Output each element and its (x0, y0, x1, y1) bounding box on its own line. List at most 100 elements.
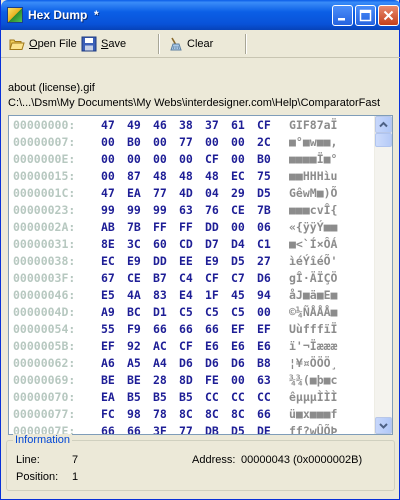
hex-row[interactable]: 0000004D: A9 BC D1 C5 C5 C5 00 ©¼ÑÅÅÅ■ (9, 304, 375, 321)
hex-byte[interactable]: 60 (153, 237, 167, 251)
hex-byte[interactable]: D6 (205, 356, 219, 370)
hex-byte[interactable]: 78 (153, 407, 167, 421)
hex-byte[interactable]: 00 (257, 305, 271, 319)
hex-row[interactable]: 00000054: 55 F9 66 66 66 EF EF UùfffïÏ (9, 321, 375, 338)
hex-byte[interactable]: 47 (101, 118, 115, 132)
hex-byte[interactable]: C7 (231, 271, 245, 285)
hex-byte[interactable]: BE (101, 373, 115, 387)
hex-byte[interactable]: 75 (257, 169, 271, 183)
hex-byte[interactable]: 61 (231, 118, 245, 132)
hex-byte[interactable]: E6 (205, 339, 219, 353)
hex-byte[interactable]: 3C (127, 237, 141, 251)
hex-byte[interactable]: 00 (101, 135, 115, 149)
hex-byte[interactable]: 67 (101, 271, 115, 285)
hex-row[interactable]: 00000000: 47 49 46 38 37 61 CF GIF87aÏ (9, 117, 375, 134)
hex-byte[interactable]: D6 (179, 356, 193, 370)
hex-byte[interactable]: 00 (101, 169, 115, 183)
hex-byte[interactable]: D4 (231, 237, 245, 251)
hex-byte[interactable]: 28 (153, 373, 167, 387)
save-button[interactable]: Save (81, 34, 126, 54)
hex-byte[interactable]: 66 (257, 407, 271, 421)
hex-byte[interactable]: 00 (153, 152, 167, 166)
hex-byte[interactable]: 2C (257, 135, 271, 149)
hex-byte[interactable]: CD (179, 237, 193, 251)
hex-byte[interactable]: D1 (153, 305, 167, 319)
hex-byte[interactable]: 00 (153, 135, 167, 149)
hex-byte[interactable]: 8C (205, 407, 219, 421)
hex-byte[interactable]: DD (205, 220, 219, 234)
minimize-button[interactable] (332, 5, 353, 26)
title-bar[interactable]: Hex Dump * (1, 0, 400, 30)
hex-byte[interactable]: 48 (153, 169, 167, 183)
hex-byte[interactable]: 66 (101, 424, 115, 434)
hex-row[interactable]: 00000038: EC E9 DD EE E9 D5 27 ìéÝîéÕ' (9, 253, 375, 270)
hex-byte[interactable]: EA (127, 186, 141, 200)
hex-byte[interactable]: FF (153, 220, 167, 234)
hex-byte[interactable]: B5 (153, 390, 167, 404)
hex-byte[interactable]: CF (257, 118, 271, 132)
hex-byte[interactable]: 4A (127, 288, 141, 302)
hex-byte[interactable]: D6 (231, 356, 245, 370)
hex-byte[interactable]: 00 (231, 152, 245, 166)
hex-byte[interactable]: 00 (231, 373, 245, 387)
hex-byte[interactable]: FE (205, 373, 219, 387)
hex-byte[interactable]: C1 (257, 237, 271, 251)
hex-byte[interactable]: B0 (257, 152, 271, 166)
app-icon[interactable] (7, 7, 23, 23)
hex-byte[interactable]: 04 (205, 186, 219, 200)
hex-byte[interactable]: EF (101, 339, 115, 353)
hex-byte[interactable]: DD (153, 254, 167, 268)
hex-byte[interactable]: 99 (101, 203, 115, 217)
hex-byte[interactable]: FF (179, 220, 193, 234)
hex-byte[interactable]: CF (179, 339, 193, 353)
hex-byte[interactable]: 00 (231, 220, 245, 234)
hex-byte[interactable]: EF (231, 322, 245, 336)
hex-byte[interactable]: B7 (153, 271, 167, 285)
hex-byte[interactable]: C5 (179, 305, 193, 319)
hex-byte[interactable]: 00 (179, 152, 193, 166)
hex-byte[interactable]: B8 (257, 356, 271, 370)
hex-byte[interactable]: CC (231, 390, 245, 404)
hex-byte[interactable]: BE (127, 373, 141, 387)
hex-byte[interactable]: 37 (205, 118, 219, 132)
hex-byte[interactable]: 1F (205, 288, 219, 302)
hex-byte[interactable]: A5 (127, 356, 141, 370)
scroll-up-button[interactable] (375, 116, 392, 133)
hex-byte[interactable]: CC (257, 390, 271, 404)
hex-byte[interactable]: E6 (257, 339, 271, 353)
hex-row[interactable]: 00000062: A6 A5 A4 D6 D6 D6 B8 ¦¥¤ÖÖÖ¸ (9, 355, 375, 372)
hex-byte[interactable]: D5 (257, 186, 271, 200)
hex-byte[interactable]: 00 (101, 152, 115, 166)
hex-byte[interactable]: 38 (179, 118, 193, 132)
hex-row[interactable]: 00000046: E5 4A 83 E4 1F 45 94 åJ■ä■E■ (9, 287, 375, 304)
hex-byte[interactable]: C5 (231, 305, 245, 319)
hex-byte[interactable]: 48 (179, 169, 193, 183)
hex-byte[interactable]: A4 (153, 356, 167, 370)
hex-byte[interactable]: F9 (127, 322, 141, 336)
hex-byte[interactable]: 66 (153, 322, 167, 336)
hex-byte[interactable]: B5 (179, 390, 193, 404)
hex-byte[interactable]: 06 (257, 220, 271, 234)
hex-byte[interactable]: 92 (127, 339, 141, 353)
hex-byte[interactable]: 29 (231, 186, 245, 200)
hex-byte[interactable]: 48 (205, 169, 219, 183)
hex-byte[interactable]: 55 (101, 322, 115, 336)
hex-byte[interactable]: 99 (153, 203, 167, 217)
hex-byte[interactable]: 47 (101, 186, 115, 200)
hex-byte[interactable]: 76 (205, 203, 219, 217)
hex-byte[interactable]: C4 (179, 271, 193, 285)
hex-byte[interactable]: D5 (231, 254, 245, 268)
hex-byte[interactable]: DB (205, 424, 219, 434)
scroll-down-button[interactable] (375, 417, 392, 434)
hex-byte[interactable]: 94 (257, 288, 271, 302)
hex-byte[interactable]: 49 (127, 118, 141, 132)
hex-byte[interactable]: 4D (179, 186, 193, 200)
hex-byte[interactable]: 66 (179, 322, 193, 336)
hex-byte[interactable]: CC (205, 390, 219, 404)
hex-byte[interactable]: 98 (127, 407, 141, 421)
hex-row[interactable]: 0000007E: 66 66 3F 77 DB D5 DE ff?wÛÕÞ (9, 423, 375, 434)
hex-row[interactable]: 00000031: 8E 3C 60 CD D7 D4 C1 ■<`Í×ÔÁ (9, 236, 375, 253)
hex-byte[interactable]: 8C (231, 407, 245, 421)
hex-byte[interactable]: AB (101, 220, 115, 234)
hex-byte[interactable]: E9 (205, 254, 219, 268)
